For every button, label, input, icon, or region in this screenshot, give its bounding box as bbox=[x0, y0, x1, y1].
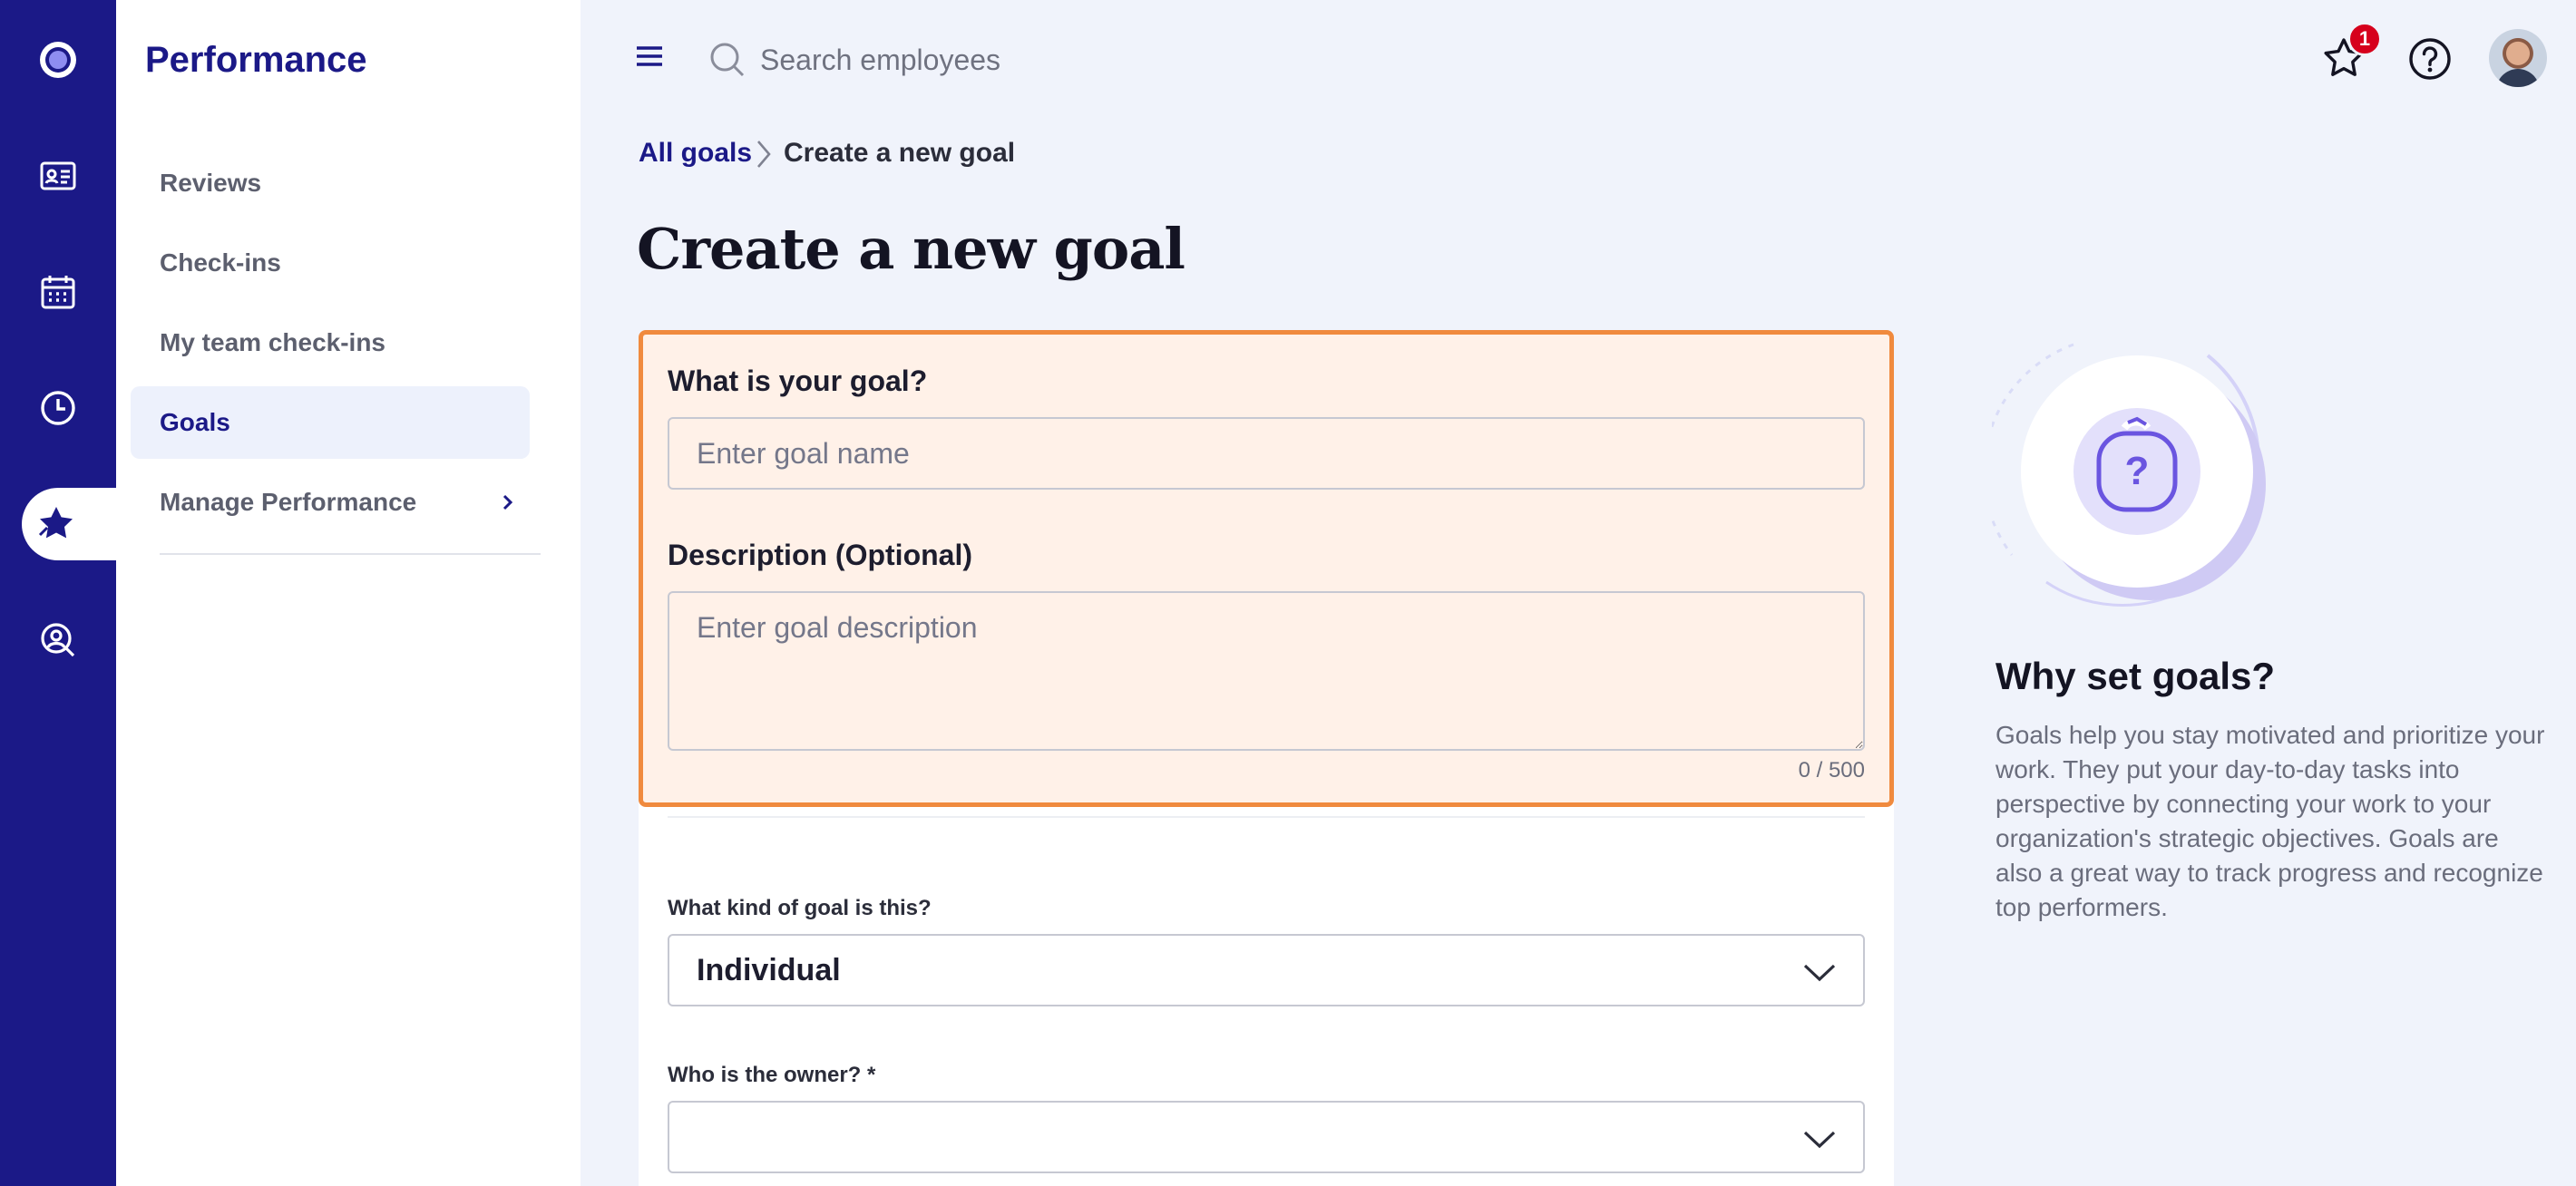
avatar-shoulders bbox=[2496, 69, 2540, 87]
icon-rail bbox=[0, 0, 116, 1186]
calendar-icon[interactable] bbox=[0, 256, 116, 328]
clock-icon[interactable] bbox=[0, 372, 116, 444]
chevron-down-icon bbox=[1803, 1131, 1836, 1149]
page-title: Create a new goal bbox=[637, 216, 1186, 282]
card-divider bbox=[668, 816, 1865, 818]
performance-star-icon[interactable] bbox=[22, 488, 116, 560]
breadcrumb-current: Create a new goal bbox=[784, 138, 1016, 168]
help-icon[interactable] bbox=[2407, 36, 2453, 82]
svg-text:?: ? bbox=[2125, 449, 2150, 493]
why-set-goals-body: Goals help you stay motivated and priori… bbox=[1995, 721, 2545, 921]
goal-kind-select[interactable]: Individual bbox=[668, 934, 1865, 1006]
breadcrumb-chevron-icon bbox=[757, 141, 771, 168]
why-set-goals-title: Why set goals? bbox=[1995, 655, 2276, 697]
breadcrumb-all-goals-link[interactable]: All goals bbox=[639, 138, 752, 169]
sidebar-item-goals[interactable]: Goals bbox=[131, 386, 530, 459]
people-search-icon[interactable] bbox=[0, 604, 116, 676]
search-input[interactable] bbox=[760, 33, 1395, 87]
notification-badge: 1 bbox=[2347, 22, 2382, 56]
chevron-down-icon bbox=[1803, 964, 1836, 982]
performance-sidebar: Performance Reviews Check-ins My team ch… bbox=[116, 0, 581, 1186]
sidebar-item-check-ins[interactable]: Check-ins bbox=[131, 227, 530, 299]
goal-kind-value: Individual bbox=[697, 952, 841, 987]
goal-name-input[interactable] bbox=[668, 417, 1865, 490]
sidebar-item-reviews[interactable]: Reviews bbox=[131, 147, 530, 219]
description-textarea[interactable] bbox=[668, 591, 1865, 751]
hamburger-menu-icon[interactable] bbox=[631, 38, 668, 74]
chevron-right-icon bbox=[503, 494, 513, 510]
owner-label: Who is the owner? * bbox=[668, 1063, 876, 1087]
sidebar-item-manage-performance[interactable]: Manage Performance bbox=[131, 466, 530, 539]
sidebar-item-label: Manage Performance bbox=[160, 488, 417, 516]
goals-question-illustration: ? bbox=[1992, 343, 2266, 607]
sidebar-divider bbox=[160, 553, 541, 555]
id-card-icon[interactable] bbox=[0, 140, 116, 212]
owner-select[interactable] bbox=[668, 1101, 1865, 1173]
logo-icon[interactable] bbox=[0, 24, 116, 96]
character-counter: 0 / 500 bbox=[1798, 758, 1865, 783]
goal-name-label: What is your goal? bbox=[668, 365, 928, 397]
avatar[interactable] bbox=[2489, 29, 2547, 87]
sidebar-item-my-team-check-ins[interactable]: My team check-ins bbox=[131, 306, 530, 379]
goal-kind-label: What kind of goal is this? bbox=[668, 896, 932, 920]
search-icon bbox=[710, 43, 745, 77]
sidebar-title: Performance bbox=[145, 40, 367, 80]
description-label: Description (Optional) bbox=[668, 539, 972, 571]
